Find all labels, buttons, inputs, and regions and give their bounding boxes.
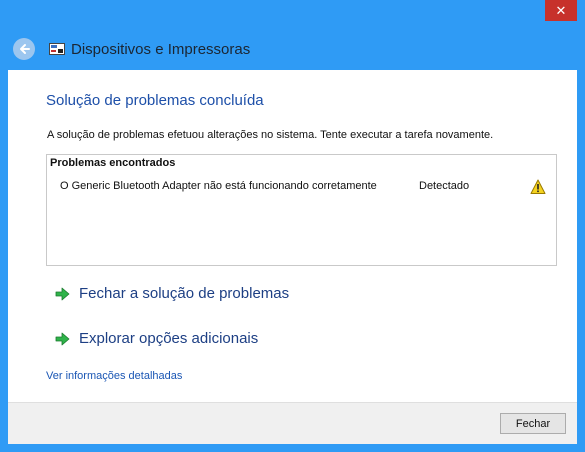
back-button[interactable]: [13, 38, 35, 60]
list-item[interactable]: O Generic Bluetooth Adapter não está fun…: [60, 179, 550, 195]
footer-bar: Fechar: [8, 402, 577, 444]
green-arrow-icon: [55, 287, 70, 300]
problem-description: O Generic Bluetooth Adapter não está fun…: [60, 180, 377, 192]
warning-icon: [530, 179, 546, 194]
explore-options-link[interactable]: Explorar opções adicionais: [54, 330, 258, 347]
troubleshooter-window: ✕ Dispositivos e Impressoras Solução de …: [0, 0, 585, 452]
header-bar: Dispositivos e Impressoras: [8, 30, 577, 68]
page-title: Dispositivos e Impressoras: [71, 40, 251, 58]
window-close-button[interactable]: ✕: [545, 0, 577, 21]
problem-status: Detectado: [419, 180, 470, 192]
view-details-link[interactable]: Ver informações detalhadas: [46, 370, 182, 382]
close-troubleshooter-link[interactable]: Fechar a solução de problemas: [54, 285, 289, 302]
green-arrow-icon: [55, 332, 70, 345]
description-text: A solução de problemas efetuou alteraçõe…: [47, 129, 494, 141]
back-arrow-icon: [20, 44, 30, 54]
section-heading: Solução de problemas concluída: [46, 92, 264, 109]
devices-printers-icon: [49, 42, 65, 56]
main-content: Solução de problemas concluída A solução…: [8, 70, 577, 402]
explore-options-label: Explorar opções adicionais: [79, 330, 259, 347]
problems-list: Problemas encontrados O Generic Bluetoot…: [46, 154, 557, 266]
close-icon: ✕: [555, 2, 567, 18]
close-troubleshooter-label: Fechar a solução de problemas: [79, 285, 290, 302]
close-button[interactable]: Fechar: [500, 413, 566, 434]
problems-list-title: Problemas encontrados: [50, 157, 176, 169]
